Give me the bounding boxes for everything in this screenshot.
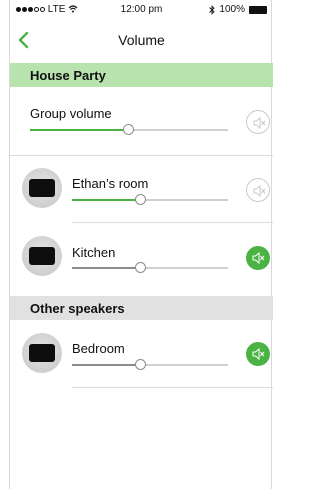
- room-volume-slider-kitchen[interactable]: [72, 262, 228, 274]
- battery-icon: [249, 5, 267, 14]
- battery-info: 100%: [209, 4, 267, 15]
- slider-knob[interactable]: [134, 262, 146, 273]
- room-label-bedroom: Bedroom: [72, 341, 125, 356]
- mute-button-kitchen[interactable]: [246, 246, 270, 270]
- section-header-other-speakers: Other speakers: [10, 296, 273, 320]
- group-volume-slider[interactable]: [30, 124, 228, 136]
- row-divider: [72, 222, 273, 223]
- row-divider: [10, 155, 273, 156]
- group-mute-button[interactable]: [246, 110, 270, 134]
- row-divider: [72, 387, 273, 388]
- speaker-icon: [29, 179, 55, 197]
- section-label: House Party: [30, 68, 106, 83]
- speaker-mute-icon: [252, 251, 265, 265]
- room-volume-slider-bedroom[interactable]: [72, 359, 228, 371]
- page-title: Volume: [118, 32, 165, 48]
- room-label-kitchen: Kitchen: [72, 245, 116, 260]
- app-frame: LTE 12:00 pm 100% Volume House Party Gro…: [9, 0, 273, 489]
- speaker-mute-icon: [252, 347, 265, 361]
- room-volume-slider-ethans-room[interactable]: [72, 194, 228, 206]
- mute-button-ethans-room[interactable]: [246, 178, 270, 202]
- speaker-avatar: [22, 236, 62, 276]
- slider-knob[interactable]: [134, 359, 146, 370]
- room-label-ethans-room: Ethan’s room: [72, 176, 149, 191]
- speaker-avatar: [22, 168, 62, 208]
- mute-button-bedroom[interactable]: [246, 342, 270, 366]
- speaker-icon: [29, 247, 55, 265]
- speaker-mute-icon: [253, 116, 266, 130]
- status-bar: LTE 12:00 pm 100%: [10, 0, 273, 20]
- battery-percent: 100%: [219, 4, 245, 15]
- speaker-icon: [29, 344, 55, 362]
- section-header-house-party: House Party: [10, 63, 273, 87]
- group-volume-label: Group volume: [30, 106, 112, 121]
- speaker-avatar: [22, 333, 62, 373]
- slider-knob[interactable]: [123, 124, 134, 135]
- nav-bar: Volume: [10, 22, 273, 60]
- bluetooth-icon: [209, 4, 216, 15]
- speaker-mute-icon: [253, 184, 266, 198]
- slider-knob[interactable]: [134, 194, 146, 205]
- section-label: Other speakers: [30, 301, 125, 316]
